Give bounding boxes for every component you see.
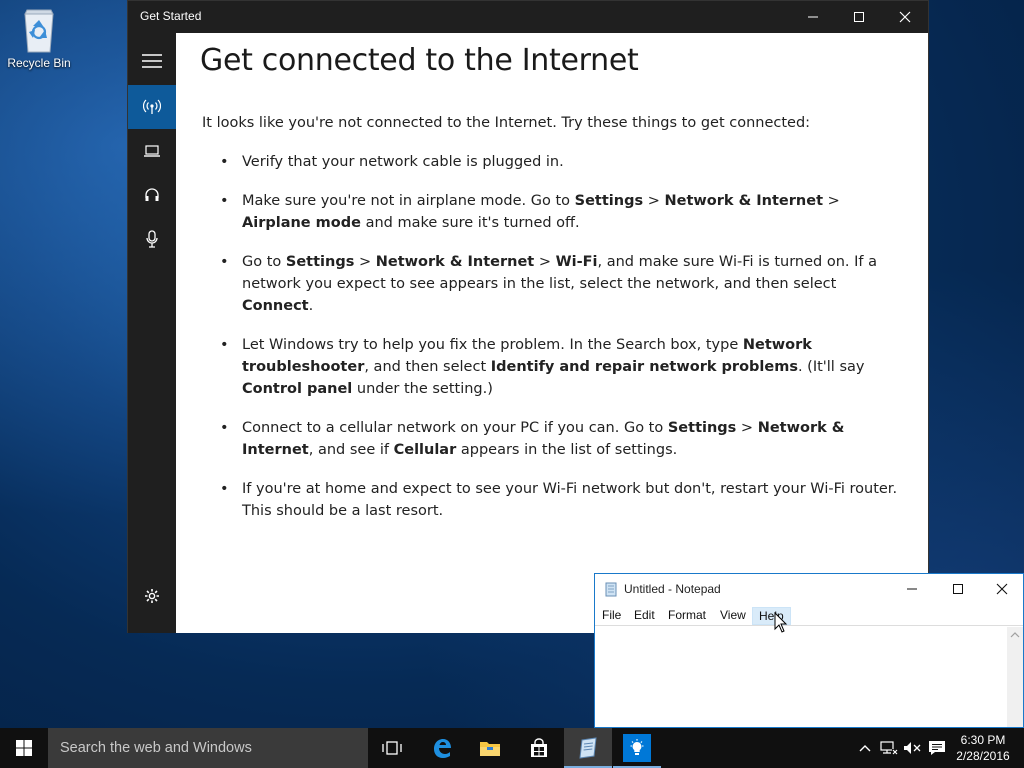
hamburger-menu-icon [142, 54, 162, 68]
task-view-icon [382, 741, 402, 755]
sidebar-item-settings[interactable] [128, 574, 176, 618]
notepad-menubar: File Edit Format View Help [595, 604, 1023, 626]
list-item: • Let Windows try to help you fix the pro… [202, 334, 902, 400]
taskbar-notepad[interactable] [564, 728, 612, 768]
taskbar-store[interactable] [515, 728, 563, 768]
taskbar-edge[interactable] [418, 728, 466, 768]
minimize-button[interactable] [790, 1, 836, 33]
start-button[interactable] [0, 728, 48, 768]
menu-edit[interactable]: Edit [628, 607, 661, 625]
intro-text: It looks like you're not connected to th… [202, 115, 811, 131]
edge-icon [434, 739, 451, 758]
tray-network[interactable] [879, 738, 899, 758]
notepad-maximize-button[interactable] [935, 574, 981, 604]
file-explorer-icon [480, 742, 500, 756]
bullet: • [220, 193, 229, 209]
mouse-pointer-icon [774, 612, 788, 633]
microphone-icon [146, 230, 158, 248]
action-center-icon [929, 741, 945, 755]
list-item: • Go to Settings > Network & Internet > W… [202, 251, 902, 317]
sidebar-item-audio[interactable] [128, 173, 176, 217]
gear-icon [145, 589, 159, 603]
clock-date: 2/28/2016 [956, 749, 1010, 763]
window-title: Get Started [140, 9, 202, 23]
sidebar-item-connectivity[interactable] [128, 85, 176, 129]
maximize-button[interactable] [836, 1, 882, 33]
page-title: Get connected to the Internet [200, 43, 639, 78]
get-started-titlebar[interactable]: Get Started [128, 1, 928, 33]
tray-volume[interactable] [903, 738, 923, 758]
notepad-vertical-scrollbar[interactable] [1007, 627, 1023, 727]
desktop-icon-recycle-bin[interactable]: Recycle Bin [4, 6, 74, 70]
store-icon [531, 738, 547, 757]
taskbar-search-box[interactable] [48, 728, 368, 768]
get-started-sidebar [128, 33, 176, 633]
taskbar-file-explorer[interactable] [466, 728, 514, 768]
scroll-up-arrow-icon [1010, 632, 1020, 638]
notepad-minimize-button[interactable] [889, 574, 935, 604]
list-item: • Verify that your network cable is plugg… [202, 151, 902, 173]
troubleshoot-list: • Verify that your network cable is plugg… [202, 151, 902, 539]
wireless-signal-icon [143, 99, 161, 114]
sidebar-item-device[interactable] [128, 129, 176, 173]
notepad-text-area[interactable] [595, 627, 1007, 727]
notepad-title: Untitled - Notepad [624, 582, 721, 596]
minimize-icon [808, 16, 818, 18]
close-icon [899, 11, 911, 23]
bullet: • [220, 254, 229, 270]
get-started-content: Get connected to the Internet It looks l… [176, 33, 928, 633]
tray-action-center[interactable] [927, 738, 947, 758]
bullet: • [220, 420, 229, 436]
bullet: • [220, 154, 229, 170]
headphones-icon [145, 188, 159, 201]
close-button[interactable] [882, 1, 928, 33]
menu-view[interactable]: View [714, 607, 752, 625]
notepad-icon [605, 582, 617, 597]
clock-time: 6:30 PM [960, 733, 1006, 747]
laptop-icon [144, 145, 160, 157]
maximize-icon [953, 584, 963, 594]
menu-file[interactable]: File [596, 607, 627, 625]
notepad-close-button[interactable] [979, 574, 1024, 604]
tips-tile [623, 734, 651, 762]
lightbulb-icon [630, 739, 644, 755]
get-started-window: Get Started Get connected to the Interne… [127, 0, 929, 633]
maximize-icon [854, 12, 864, 22]
taskbar-clock[interactable]: 6:30 PM 2/28/2016 [950, 732, 1016, 764]
menu-format[interactable]: Format [662, 607, 712, 625]
taskbar-get-started[interactable] [613, 728, 661, 768]
minimize-icon [907, 588, 917, 590]
volume-muted-icon [904, 742, 921, 754]
list-item: • Make sure you're not in airplane mode. … [202, 190, 902, 234]
recycle-bin-icon [24, 9, 54, 53]
notepad-icon [579, 737, 597, 759]
task-view-button[interactable] [368, 728, 416, 768]
recycle-bin-label: Recycle Bin [7, 56, 71, 70]
chevron-up-icon [859, 745, 871, 752]
taskbar: 6:30 PM 2/28/2016 [0, 728, 1024, 768]
windows-logo-icon [16, 740, 32, 756]
network-disconnected-icon [880, 741, 898, 755]
sidebar-menu-button[interactable] [128, 39, 176, 83]
show-hidden-icons-button[interactable] [855, 738, 875, 758]
sidebar-item-microphone[interactable] [128, 217, 176, 261]
list-item: • Connect to a cellular network on your P… [202, 417, 902, 461]
notepad-window: Untitled - Notepad File Edit Format View… [594, 573, 1024, 728]
notepad-titlebar[interactable]: Untitled - Notepad [595, 574, 1023, 604]
close-icon [996, 583, 1008, 595]
list-item: • If you're at home and expect to see you… [202, 478, 902, 522]
search-input[interactable] [48, 728, 368, 768]
bullet: • [220, 337, 229, 353]
bullet: • [220, 481, 229, 497]
